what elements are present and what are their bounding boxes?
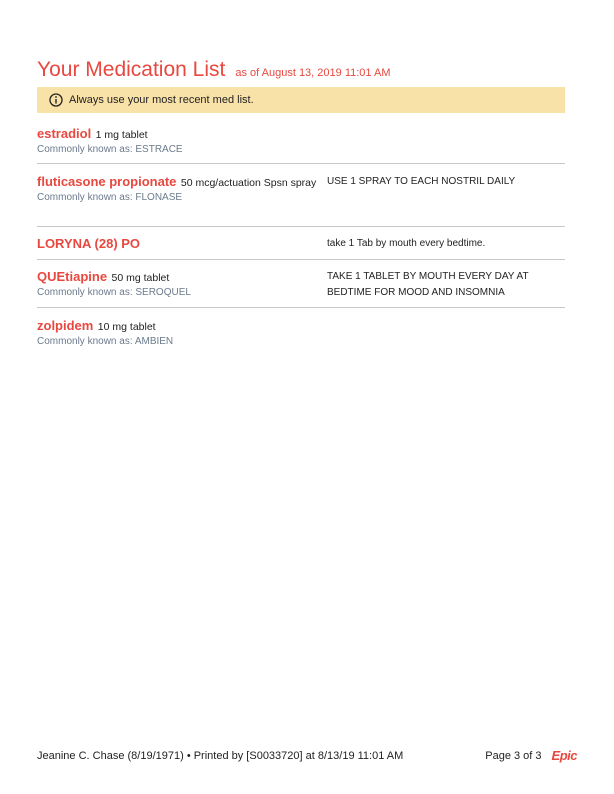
divider (37, 307, 565, 308)
as-of-timestamp: as of August 13, 2019 11:01 AM (235, 67, 391, 79)
drug-instructions: USE 1 SPRAY TO EACH NOSTRIL DAILY (327, 176, 516, 187)
page-footer: Jeanine C. Chase (8/19/1971) • Printed b… (37, 748, 578, 763)
drug-name: zolpidem (37, 318, 94, 333)
drug-dose: 1 mg tablet (95, 129, 148, 141)
divider (37, 163, 565, 164)
known-as: Commonly known as: AMBIEN (37, 336, 174, 347)
known-as: Commonly known as: SEROQUEL (37, 287, 191, 298)
drug-dose: 10 mg tablet (97, 321, 156, 333)
notice-banner: Always use your most recent med list. (37, 87, 565, 113)
patient-print-info: Jeanine C. Chase (8/19/1971) • Printed b… (37, 749, 404, 762)
epic-logo: Epic (551, 748, 578, 763)
drug-dose: 50 mcg/actuation Spsn spray (180, 177, 317, 189)
drug-instructions: take 1 Tab by mouth every bedtime. (327, 238, 486, 249)
drug-name: fluticasone propionate (37, 174, 177, 189)
known-as: Commonly known as: FLONASE (37, 192, 183, 203)
drug-name: estradiol (37, 126, 92, 141)
drug-name: QUEtiapine (37, 269, 108, 284)
divider (37, 226, 565, 227)
medication-list-page: Your Medication List as of August 13, 201… (37, 0, 578, 794)
drug-instructions: TAKE 1 TABLET BY MOUTH EVERY DAY AT BEDT… (327, 271, 529, 298)
notice-text: Always use your most recent med list. (69, 94, 254, 106)
drug-dose: 50 mg tablet (111, 272, 170, 284)
page-number: Page 3 of 3 (485, 749, 542, 762)
info-icon (49, 93, 63, 107)
page-header: Your Medication List as of August 13, 201… (37, 58, 390, 82)
page-title: Your Medication List (37, 58, 226, 81)
divider (37, 259, 565, 260)
known-as: Commonly known as: ESTRACE (37, 144, 183, 155)
drug-name: LORYNA (28) PO (37, 236, 141, 251)
